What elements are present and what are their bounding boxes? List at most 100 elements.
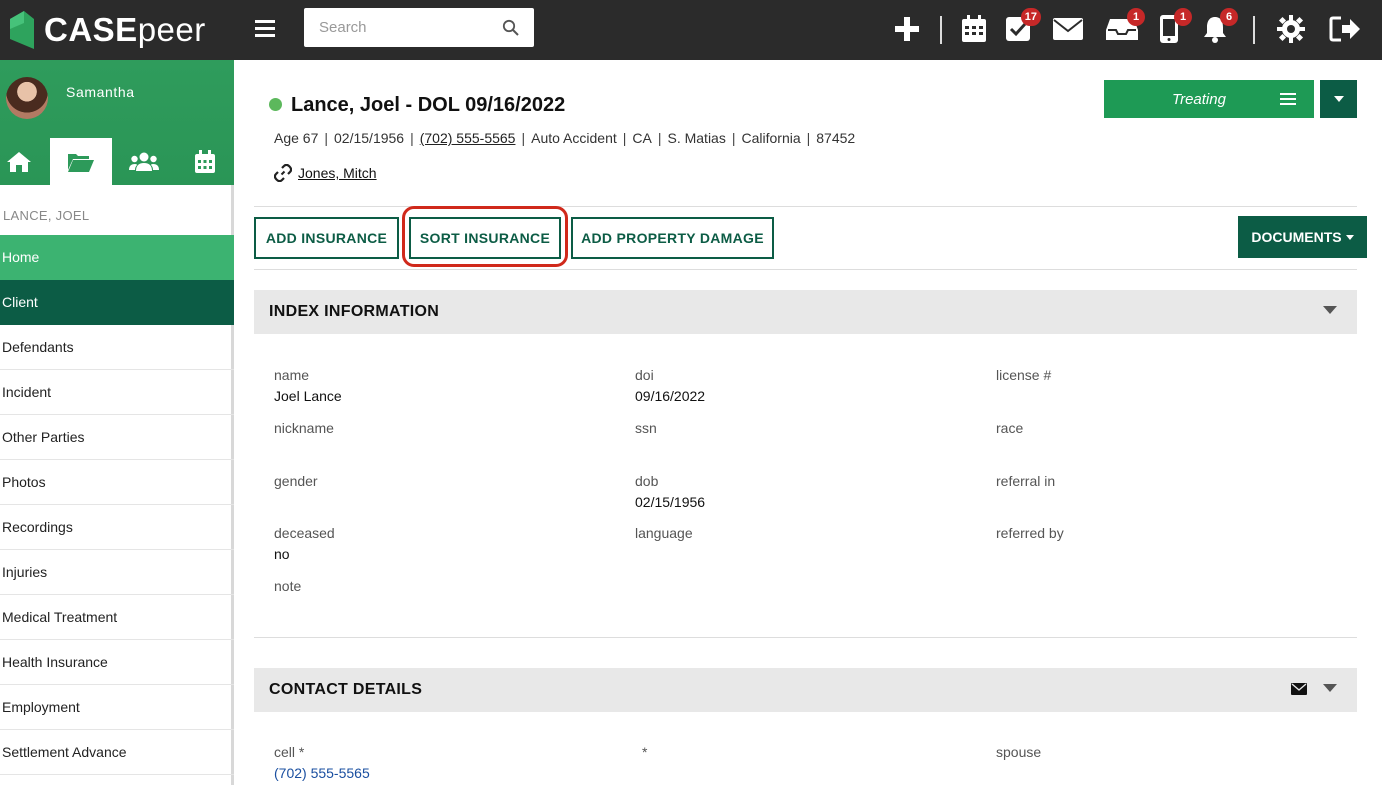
index-information-header[interactable]: INDEX INFORMATION [254, 290, 1357, 334]
user-panel: Samantha [0, 60, 234, 185]
divider [254, 269, 1357, 270]
menu-icon[interactable] [254, 17, 276, 39]
field-note: note [274, 578, 301, 594]
sidebar-item-defendants[interactable]: Defendants [0, 325, 234, 370]
meta-dob: 02/15/1956 [334, 130, 405, 146]
sidebar-item-recordings[interactable]: Recordings [0, 505, 234, 550]
tasks-badge: 17 [1020, 8, 1041, 26]
documents-dropdown-button[interactable]: DOCUMENTS [1238, 216, 1367, 258]
search-input[interactable] [304, 8, 499, 47]
meta-location: California [741, 130, 801, 146]
sidebar-item-other-parties[interactable]: Other Parties [0, 415, 234, 460]
meta-state: CA [632, 130, 652, 146]
field-value: 02/15/1956 [635, 494, 706, 510]
sidebar-item-photos[interactable]: Photos [0, 460, 234, 505]
field-name: name Joel Lance [274, 367, 342, 404]
mail-icon[interactable] [1051, 12, 1085, 46]
main-content: Lance, Joel - DOL 09/16/2022 Age 67 | 02/1… [254, 60, 1382, 785]
contact-details-header[interactable]: CONTACT DETAILS [254, 668, 1357, 712]
page-title: Lance, Joel - DOL 09/16/2022 [291, 94, 566, 116]
sidebar-item-home[interactable]: Home [0, 235, 234, 280]
field-label: deceased [274, 525, 335, 541]
sidebar-tab-contacts[interactable] [124, 138, 164, 185]
case-status-label: Treating [1172, 90, 1226, 108]
toolbar-divider [940, 16, 942, 44]
add-property-damage-button[interactable]: ADD PROPERTY DAMAGE [571, 217, 774, 259]
meta-phone-link[interactable]: (702) 555-5565 [420, 130, 516, 146]
top-navbar: CASEpeer 17 1 1 6 [0, 0, 1382, 60]
sidebar-item-medical-treatment[interactable]: Medical Treatment [0, 595, 234, 640]
divider [254, 637, 1357, 638]
linked-contact-link[interactable]: Jones, Mitch [298, 165, 377, 181]
field-dob: dob 02/15/1956 [635, 473, 705, 510]
envelope-icon[interactable] [1291, 683, 1307, 695]
casepeer-leaf-icon [10, 11, 34, 49]
add-insurance-button[interactable]: ADD INSURANCE [254, 217, 399, 259]
calendar-icon [195, 149, 215, 173]
gear-icon[interactable] [1274, 12, 1308, 46]
sidebar-tab-home[interactable] [0, 138, 38, 185]
logo-text-light: peer [137, 11, 206, 48]
field-cell: cell * (702) 555-5565 [274, 744, 370, 781]
caret-down-icon [1333, 96, 1344, 102]
sidebar-item-incident[interactable]: Incident [0, 370, 234, 415]
home-icon [7, 151, 31, 172]
field-label: name [274, 367, 310, 383]
caret-down-icon[interactable] [1323, 684, 1337, 693]
tasks-icon[interactable]: 17 [1001, 8, 1041, 46]
calendar-icon[interactable] [957, 12, 991, 46]
status-dropdown-button[interactable] [1320, 80, 1357, 118]
field-unnamed: * [642, 744, 647, 760]
sidebar-nav: Home Client Defendants Incident Other Pa… [0, 235, 234, 775]
field-label: dob [635, 473, 659, 489]
caret-down-icon[interactable] [1323, 306, 1337, 315]
field-label: * [642, 744, 648, 760]
section-title: CONTACT DETAILS [269, 681, 423, 698]
field-doi: doi 09/16/2022 [635, 367, 705, 404]
phone-badge: 1 [1174, 8, 1192, 26]
field-nickname: nickname [274, 420, 334, 436]
field-value: Joel Lance [274, 388, 342, 404]
case-status-select[interactable]: Treating [1104, 80, 1314, 118]
field-label: race [996, 420, 1024, 436]
highlight-annotation [402, 206, 568, 267]
sidebar-item-employment[interactable]: Employment [0, 685, 234, 730]
sidebar: Samantha LANCE, JOEL Home Client Defenda… [0, 60, 234, 785]
field-referred-by: referred by [996, 525, 1064, 541]
sidebar-item-settlement-advance[interactable]: Settlement Advance [0, 730, 234, 775]
field-label: nickname [274, 420, 334, 436]
sidebar-item-injuries[interactable]: Injuries [0, 550, 234, 595]
field-label: note [274, 578, 302, 594]
sidebar-item-client[interactable]: Client [0, 280, 234, 325]
sidebar-item-health-insurance[interactable]: Health Insurance [0, 640, 234, 685]
field-label: cell * [274, 744, 305, 760]
phone-icon[interactable]: 1 [1152, 8, 1192, 46]
inbox-badge: 1 [1127, 8, 1145, 26]
notifications-badge: 6 [1220, 8, 1238, 26]
field-gender: gender [274, 473, 318, 489]
sidebar-tab-cases[interactable] [50, 138, 112, 185]
search-box [304, 8, 534, 47]
sidebar-tabs [0, 138, 234, 185]
field-deceased: deceased no [274, 525, 335, 562]
inbox-icon[interactable]: 1 [1105, 8, 1145, 46]
sidebar-tab-calendar[interactable] [186, 138, 224, 185]
field-value: 09/16/2022 [635, 388, 706, 404]
add-icon[interactable] [890, 12, 924, 46]
search-icon[interactable] [502, 19, 520, 37]
field-license: license # [996, 367, 1051, 383]
field-label: ssn [635, 420, 657, 436]
casepeer-logo[interactable]: CASEpeer [8, 6, 206, 54]
field-ssn: ssn [635, 420, 657, 436]
avatar[interactable] [6, 77, 48, 119]
logout-icon[interactable] [1328, 12, 1362, 46]
sidebar-case-name: LANCE, JOEL [3, 208, 90, 223]
link-icon [274, 164, 292, 182]
folder-open-icon [68, 153, 94, 172]
cell-phone-link[interactable]: (702) 555-5565 [274, 765, 370, 781]
username: Samantha [66, 84, 135, 100]
logo-text-bold: CASE [44, 11, 138, 48]
field-label: spouse [996, 744, 1042, 760]
documents-label: DOCUMENTS [1251, 229, 1342, 245]
bell-icon[interactable]: 6 [1198, 8, 1238, 46]
